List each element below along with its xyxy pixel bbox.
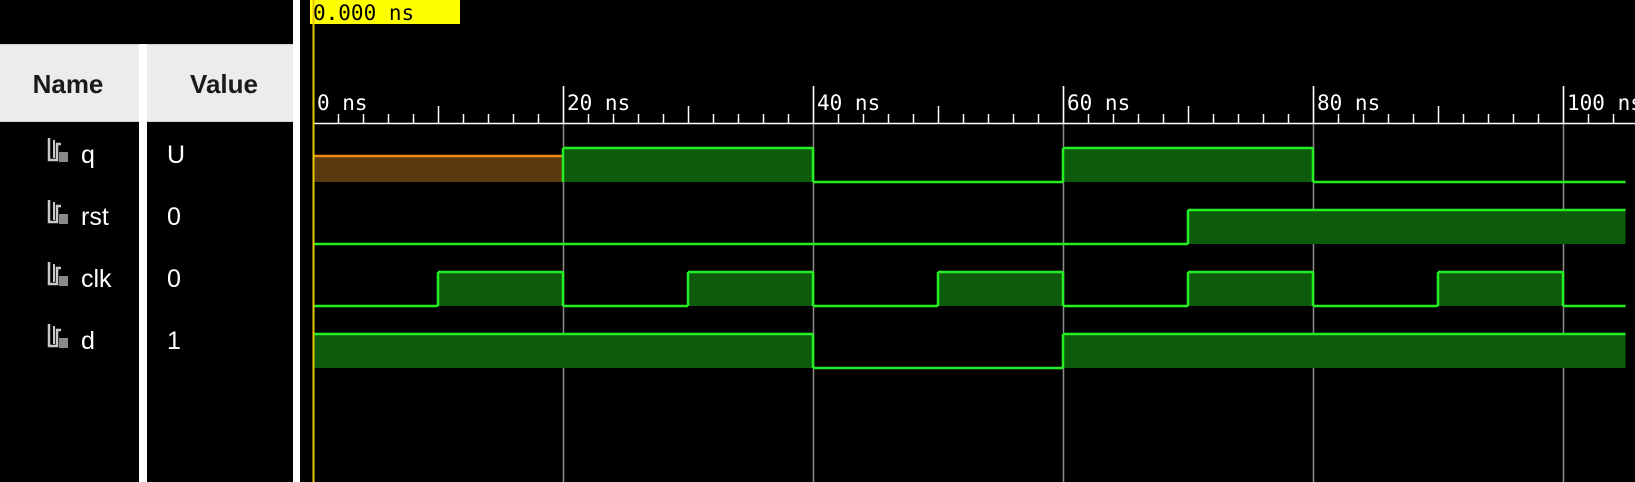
signal-name: q xyxy=(81,141,95,169)
wave-high-fill xyxy=(1063,148,1313,182)
name-column-label: Name xyxy=(33,69,104,99)
ruler-tick-label: 20 ns xyxy=(567,91,630,115)
wave-high-fill xyxy=(438,272,563,306)
signal-value: 0 xyxy=(167,265,181,293)
value-column-label: Value xyxy=(190,69,258,99)
signal-name: rst xyxy=(81,203,109,231)
cursor-time-label: 0.000 ns xyxy=(313,1,414,25)
wave-high-fill xyxy=(1063,334,1626,368)
wave-high-fill xyxy=(563,148,813,182)
signal-icon-chip xyxy=(59,152,68,162)
ruler-tick-label: 60 ns xyxy=(1067,91,1130,115)
wave-high-fill xyxy=(938,272,1063,306)
wave-undefined-fill xyxy=(313,156,563,182)
panel-splitter[interactable] xyxy=(293,0,300,482)
wave-high-fill xyxy=(1188,272,1313,306)
ruler-tick-label: 40 ns xyxy=(817,91,880,115)
signal-name: clk xyxy=(81,265,112,293)
wave-high-fill xyxy=(1188,210,1626,244)
wave-high-fill xyxy=(688,272,813,306)
signal-icon-chip xyxy=(59,214,68,224)
ruler-tick-label: 0 ns xyxy=(317,91,368,115)
signal-value: U xyxy=(167,141,185,169)
signal-value: 1 xyxy=(167,327,181,355)
wave-high-fill xyxy=(313,334,813,368)
ruler-tick-label: 80 ns xyxy=(1317,91,1380,115)
signal-icon-chip xyxy=(59,338,68,348)
ruler-tick-label: 100 ns xyxy=(1567,91,1635,115)
signal-name: d xyxy=(81,327,95,355)
waveform-viewer: Name Value q Urst 0 clk 0 d 1 0 ns 20 ns 40 ns 60… xyxy=(0,0,1635,482)
signal-icon-chip xyxy=(59,276,68,286)
panel-top-strip xyxy=(0,0,293,44)
column-divider[interactable] xyxy=(139,44,147,482)
signal-value: 0 xyxy=(167,203,181,231)
wave-high-fill xyxy=(1438,272,1563,306)
